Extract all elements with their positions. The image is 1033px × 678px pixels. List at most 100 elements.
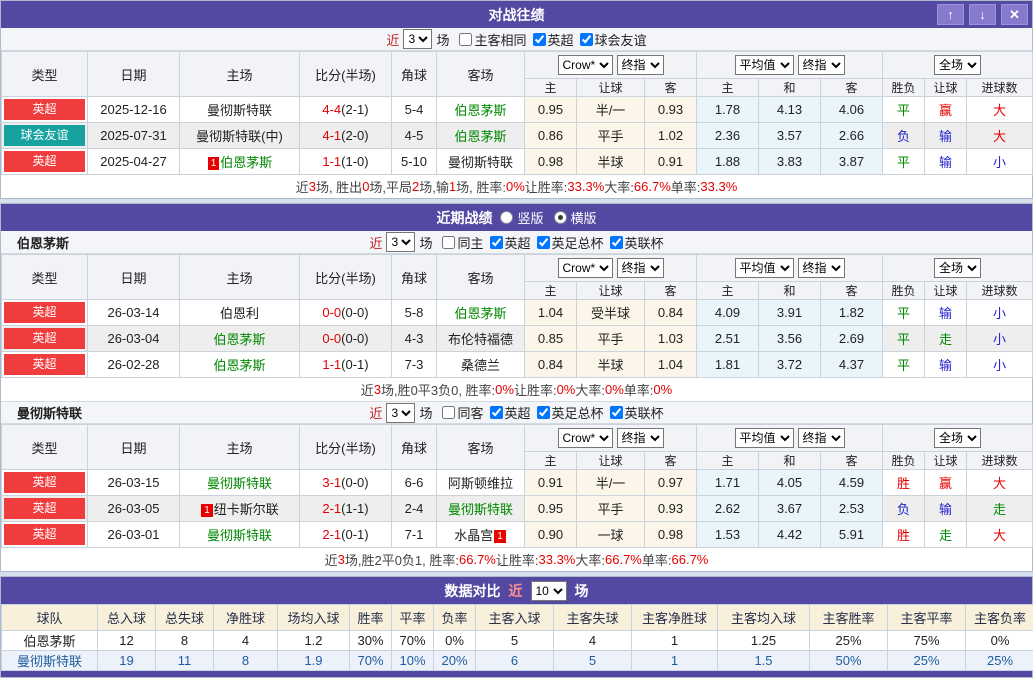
cell-competition: 英超 [2,496,88,522]
team-name-text: 阿斯顿维拉 [448,476,513,491]
cell-score: 2-1(1-1) [300,496,392,522]
result-text: 走 [939,332,952,347]
checkbox-input[interactable] [490,236,503,249]
cell-stat-value: 1 [632,651,718,671]
filter-checkbox[interactable]: 英超 [527,30,574,49]
filter-checkbox[interactable]: 英联杯 [604,233,664,252]
col-handicap-result: 让球 [925,452,967,470]
scope-select[interactable]: 全场 [934,258,981,278]
filter-checkbox[interactable]: 英超 [484,233,531,252]
team-name-text: 伯恩茅斯 [454,103,506,118]
cell-handicap: 平手 [577,326,645,352]
cell-result: 胜 [883,470,925,496]
checkbox-input[interactable] [537,236,550,249]
cell-stat-value: 4 [554,631,632,651]
move-down-button[interactable]: ↓ [969,4,996,25]
col-hw-win-rate: 主客胜率 [810,605,888,631]
checkbox-input[interactable] [533,33,546,46]
cell-stat-value: 8 [156,631,214,651]
cell-avg-home: 2.36 [697,123,759,149]
filter-checkbox[interactable]: 英足总杯 [531,403,604,422]
checkbox-input[interactable] [610,236,623,249]
team1-near-select[interactable]: 3 [386,232,415,252]
team2-near-select[interactable]: 3 [386,403,415,423]
match-row: 英超26-02-28伯恩茅斯1-1(0-1)7-3桑德兰0.84半球1.041.… [2,352,1033,378]
summary-segment: 让胜率: [525,177,568,196]
cell-result: 平 [883,326,925,352]
compare-section: 数据对比 近 10 场 球队 总入球 总失球 净胜球 场均入球 胜率 平率 负率… [0,576,1033,678]
down-arrow-icon: ↓ [979,7,986,22]
checkbox-input[interactable] [459,33,472,46]
cell-stat-value: 70% [392,631,434,651]
col-score: 比分(半场) [300,425,392,470]
checkbox-input[interactable] [442,236,455,249]
cell-avg-draw: 3.56 [759,326,821,352]
avg-final-select[interactable]: 终指 [798,428,845,448]
avg-final-select[interactable]: 终指 [798,258,845,278]
close-button[interactable]: ✕ [1001,4,1028,25]
summary-segment: 0% [653,382,672,397]
team2-name: 曼彻斯特联 [17,403,82,422]
filter-checkbox[interactable]: 同客 [436,403,483,422]
summary-segment: 66.7% [634,179,671,194]
filter-checkbox[interactable]: 球会友谊 [574,30,647,49]
odds-company-select[interactable]: Crow* [558,55,613,75]
radio-icon [500,211,513,224]
h2h-near-select[interactable]: 3 [403,29,432,49]
odds-final-select[interactable]: 终指 [617,55,664,75]
filter-checkbox[interactable]: 同主 [436,233,483,252]
avg-final-select[interactable]: 终指 [798,55,845,75]
avg-source-select[interactable]: 平均值 [735,428,794,448]
summary-segment: 66.7% [605,552,642,567]
result-text: 小 [993,332,1006,347]
h2h-controls: 近 3 场 主客相同英超球会友谊 [1,28,1032,51]
col-date: 日期 [88,255,180,300]
team-name-text: 水晶宫 [454,528,493,543]
checkbox-input[interactable] [580,33,593,46]
layout-radio[interactable]: 竖版 [500,208,543,227]
filter-checkbox[interactable]: 英联杯 [604,403,664,422]
filter-checkbox[interactable]: 主客相同 [453,30,526,49]
col-hw-goals-for: 主客入球 [476,605,554,631]
fulltime-score: 3-1 [322,475,341,490]
checkbox-input[interactable] [490,406,503,419]
col-hw-loss-rate: 主客负率 [966,605,1033,631]
cell-avg-draw: 4.42 [759,522,821,548]
checkbox-input[interactable] [537,406,550,419]
summary-segment: 让胜率: [514,380,557,399]
cell-handicap-result: 输 [925,496,967,522]
scope-select[interactable]: 全场 [934,55,981,75]
competition-badge: 英超 [4,328,85,349]
cell-stat-value: 1.9 [278,651,350,671]
summary-segment: 场, 胜出 [316,177,362,196]
team2-filter-checkboxes: 同客英超英足总杯英联杯 [436,403,663,422]
col-goals: 进球数 [967,452,1033,470]
filter-checkbox[interactable]: 英足总杯 [531,233,604,252]
layout-radio[interactable]: 横版 [554,208,597,227]
avg-source-select[interactable]: 平均值 [735,258,794,278]
cell-avg-draw: 3.91 [759,300,821,326]
move-up-button[interactable]: ↑ [937,4,964,25]
checkbox-input[interactable] [442,406,455,419]
team-name-text: 布伦特福德 [448,332,513,347]
avg-source-select[interactable]: 平均值 [735,55,794,75]
odds-company-select[interactable]: Crow* [558,428,613,448]
window-buttons: ↑ ↓ ✕ [937,4,1028,25]
checkbox-input[interactable] [610,406,623,419]
halftime-score: (1-0) [341,154,368,169]
avg-select-group: 平均值终指 [697,255,883,282]
summary-segment: 0% [605,382,624,397]
cell-team-name: 曼彻斯特联 [2,651,98,671]
odds-final-select[interactable]: 终指 [617,258,664,278]
cell-handicap-result: 走 [925,326,967,352]
cell-handicap-result: 输 [925,352,967,378]
near-label: 近 [369,233,382,252]
odds-company-select[interactable]: Crow* [558,258,613,278]
cell-avg-away: 4.06 [821,97,883,123]
cell-home-odds: 0.86 [525,123,577,149]
odds-final-select[interactable]: 终指 [617,428,664,448]
scope-select[interactable]: 全场 [934,428,981,448]
cell-goals-result: 大 [967,470,1033,496]
compare-near-select[interactable]: 10 [531,581,567,601]
filter-checkbox[interactable]: 英超 [484,403,531,422]
